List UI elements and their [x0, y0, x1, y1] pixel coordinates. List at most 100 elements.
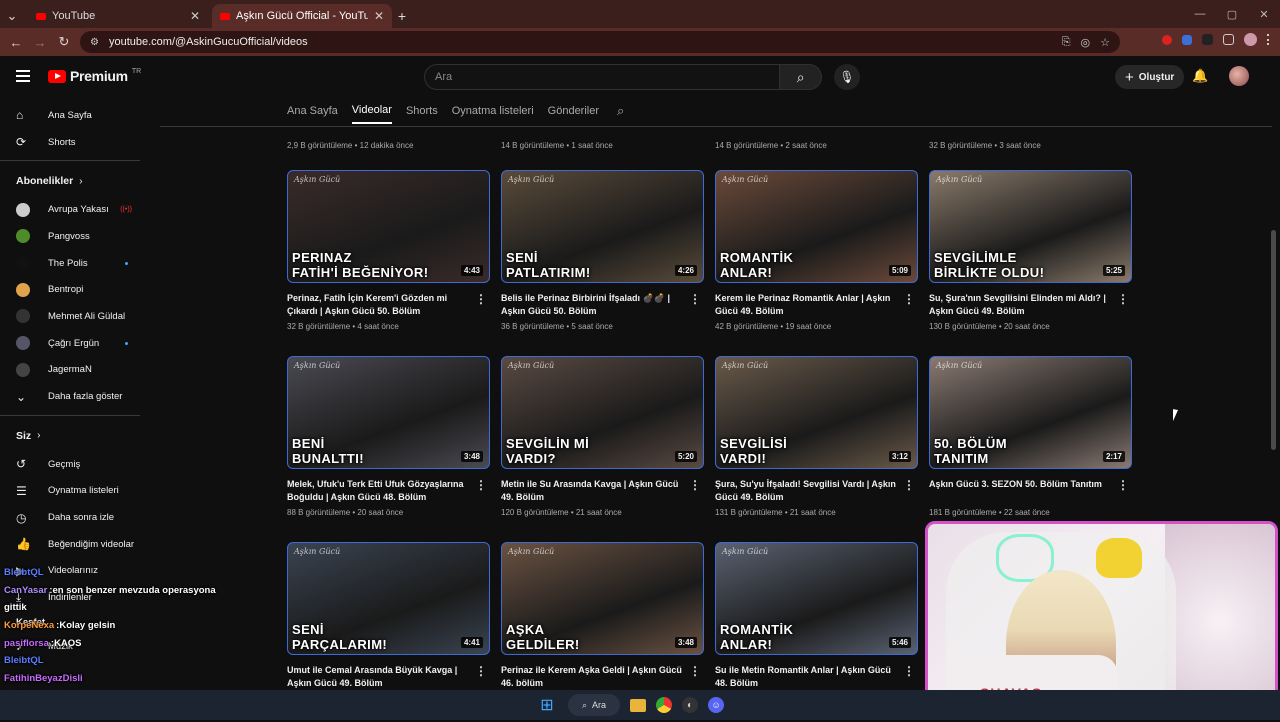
video-card[interactable]: Aşkın Gücü SEVGİLİSİ VARDI! 3:12 Şura, Su'y…	[715, 356, 918, 517]
video-thumbnail[interactable]: Aşkın Gücü ROMANTİK ANLAR! 5:46	[715, 542, 918, 655]
video-card[interactable]: Aşkın Gücü ROMANTİK ANLAR! 5:09 Kerem ile P…	[715, 170, 918, 331]
video-title[interactable]: Su ile Metin Romantik Anlar | Aşkın Gücü…	[715, 664, 901, 690]
sidebar-item-home[interactable]: ⌂ Ana Sayfa	[0, 102, 152, 129]
voice-search-button[interactable]: 🎙	[834, 64, 860, 90]
channel-avatar	[16, 336, 30, 351]
forward-icon[interactable]: →	[28, 35, 52, 50]
video-title[interactable]: Metin ile Su Arasında Kavga | Aşkın Gücü…	[501, 478, 687, 504]
video-thumbnail[interactable]: Aşkın Gücü SEVGİLİMLE BİRLİKTE OLDU! 5:25	[929, 170, 1132, 283]
discord-icon[interactable]: ☺	[708, 697, 725, 713]
more-actions-icon[interactable]: ⋮	[689, 292, 701, 306]
video-title[interactable]: Belis ile Perinaz Birbirini İfşaladı 💣💣 …	[501, 292, 687, 318]
account-avatar[interactable]	[1229, 66, 1249, 86]
thumbnail-brand: Aşkın Gücü	[508, 361, 555, 370]
video-thumbnail[interactable]: Aşkın Gücü 50. BÖLÜM TANITIM 2:17	[929, 356, 1132, 469]
search-button[interactable]: ⌕	[780, 64, 822, 90]
more-actions-icon[interactable]: ⋮	[475, 478, 487, 492]
video-card[interactable]: Aşkın Gücü SEVGİLİN Mİ VARDI? 5:20 Metin il…	[501, 356, 704, 517]
video-title[interactable]: Su, Şura'nın Sevgilisini Elinden mi Aldı…	[929, 292, 1115, 318]
more-actions-icon[interactable]: ⋮	[689, 478, 701, 492]
video-thumbnail[interactable]: Aşkın Gücü ROMANTİK ANLAR! 5:09	[715, 170, 918, 283]
file-explorer-icon[interactable]	[630, 698, 647, 712]
video-title[interactable]: Şura, Su'yu İfşaladı! Sevgilisi Vardı | …	[715, 478, 901, 504]
video-thumbnail[interactable]: Aşkın Gücü PERINAZ FATİH'İ BEĞENİYOR! 4:43	[287, 170, 490, 283]
video-thumbnail[interactable]: Aşkın Gücü SENİ PATLATIRIM! 4:26	[501, 170, 704, 283]
you-header[interactable]: Siz ›	[0, 421, 152, 451]
app-icon[interactable]: ◐	[682, 697, 699, 713]
new-tab-button[interactable]: +	[392, 4, 412, 28]
notifications-bell-icon[interactable]: 🔔	[1192, 68, 1208, 84]
more-actions-icon[interactable]: ⋮	[903, 292, 915, 306]
sidebar-item-like[interactable]: 👍 Beğendiğim videolar	[0, 531, 152, 558]
video-thumbnail[interactable]: Aşkın Gücü AŞKA GELDİLER! 3:48	[501, 542, 704, 655]
page-scrollbar[interactable]	[1271, 230, 1276, 450]
close-window-icon[interactable]: ✕	[1248, 0, 1280, 28]
video-thumbnail[interactable]: Aşkın Gücü SEVGİLİSİ VARDI! 3:12	[715, 356, 918, 469]
sidebar-item-shorts[interactable]: ⟳ Shorts	[0, 129, 152, 156]
video-card[interactable]: Aşkın Gücü AŞKA GELDİLER! 3:48 Perinaz ile …	[501, 542, 704, 690]
site-info-icon[interactable]: ⚙	[90, 37, 99, 48]
back-icon[interactable]: ←	[4, 35, 28, 50]
video-card[interactable]: Aşkın Gücü 50. BÖLÜM TANITIM 2:17 Aşkın Güc…	[929, 356, 1132, 517]
install-app-icon[interactable]: ⎘	[1062, 36, 1071, 49]
video-card[interactable]: Aşkın Gücü SEVGİLİMLE BİRLİKTE OLDU! 5:25 S…	[929, 170, 1132, 331]
browser-tab-channel[interactable]: Aşkın Gücü Official - YouTube ✕	[212, 4, 392, 28]
video-card[interactable]: Aşkın Gücü SENİ PARÇALARIM! 4:41 Umut ile C…	[287, 542, 490, 690]
extension-dark-icon[interactable]	[1202, 34, 1213, 45]
youtube-premium-logo[interactable]: Premium TR	[48, 68, 141, 84]
video-thumbnail[interactable]: Aşkın Gücü BENİ BUNALTTI! 3:48	[287, 356, 490, 469]
video-title[interactable]: Umut ile Cemal Arasında Büyük Kavga | Aş…	[287, 664, 473, 690]
video-thumbnail[interactable]: Aşkın Gücü SENİ PARÇALARIM! 4:41	[287, 542, 490, 655]
more-actions-icon[interactable]: ⋮	[903, 664, 915, 678]
sidebar-subscription[interactable]: Mehmet Ali Güldal	[0, 303, 152, 330]
sidebar-subscription[interactable]: Avrupa Yakası ((•))	[0, 196, 152, 223]
more-actions-icon[interactable]: ⋮	[475, 664, 487, 678]
video-title[interactable]: Perinaz ile Kerem Aşka Geldi | Aşkın Güc…	[501, 664, 687, 690]
tracking-icon[interactable]: ◎	[1081, 36, 1091, 49]
reload-icon[interactable]: ↻	[52, 34, 76, 50]
show-more-button[interactable]: ⌄ Daha fazla göster	[0, 383, 152, 410]
menu-icon[interactable]	[16, 70, 30, 82]
address-bar[interactable]: ⚙ youtube.com/@AskinGucuOfficial/videos …	[80, 31, 1120, 53]
chrome-icon[interactable]	[656, 697, 673, 713]
sidebar-subscription[interactable]: The Polis	[0, 250, 152, 277]
video-card[interactable]: Aşkın Gücü BENİ BUNALTTI! 3:48 Melek, Ufuk'…	[287, 356, 490, 517]
video-card[interactable]: Aşkın Gücü ROMANTİK ANLAR! 5:46 Su ile Meti…	[715, 542, 918, 690]
more-actions-icon[interactable]: ⋮	[1117, 292, 1129, 306]
subscriptions-header[interactable]: Abonelikler ›	[0, 166, 152, 196]
minimize-icon[interactable]: —	[1184, 0, 1216, 28]
taskbar-search[interactable]: ⌕ Ara	[568, 694, 621, 716]
create-button[interactable]: + Oluştur	[1115, 65, 1185, 89]
extension-red-icon[interactable]	[1162, 34, 1172, 45]
sidebar-subscription[interactable]: Pangvoss	[0, 223, 152, 250]
close-tab-icon[interactable]: ✕	[190, 9, 200, 23]
sidebar-subscription[interactable]: Bentropi	[0, 276, 152, 303]
video-title[interactable]: Melek, Ufuk'u Terk Etti Ufuk Gözyaşların…	[287, 478, 473, 504]
search-input[interactable]: Ara	[424, 64, 781, 90]
browser-menu-icon[interactable]	[1267, 34, 1270, 45]
profile-avatar-icon[interactable]	[1244, 33, 1257, 46]
bookmark-star-icon[interactable]: ☆	[1100, 36, 1110, 49]
close-tab-icon[interactable]: ✕	[374, 9, 384, 23]
tab-list-icon[interactable]: ⌄	[0, 4, 24, 28]
more-actions-icon[interactable]: ⋮	[689, 664, 701, 678]
sidebar-item-playlist[interactable]: ☰ Oynatma listeleri	[0, 478, 152, 505]
extension-blue-icon[interactable]	[1182, 34, 1192, 45]
more-actions-icon[interactable]: ⋮	[903, 478, 915, 492]
video-thumbnail[interactable]: Aşkın Gücü SEVGİLİN Mİ VARDI? 5:20	[501, 356, 704, 469]
maximize-icon[interactable]: ▢	[1216, 0, 1248, 28]
sidebar-subscription[interactable]: Çağrı Ergün	[0, 330, 152, 357]
sidebar-item-watch-later[interactable]: ◷ Daha sonra izle	[0, 504, 152, 531]
video-card[interactable]: Aşkın Gücü PERINAZ FATİH'İ BEĞENİYOR! 4:43…	[287, 170, 490, 331]
sidebar-subscription[interactable]: JagermaN	[0, 357, 152, 384]
sidebar-item-history[interactable]: ↺ Geçmiş	[0, 451, 152, 478]
video-title[interactable]: Aşkın Gücü 3. SEZON 50. Bölüm Tanıtım	[929, 478, 1115, 504]
extensions-puzzle-icon[interactable]	[1223, 34, 1234, 45]
video-card[interactable]: Aşkın Gücü SENİ PATLATIRIM! 4:26 Belis ile …	[501, 170, 704, 331]
more-actions-icon[interactable]: ⋮	[475, 292, 487, 306]
video-title[interactable]: Kerem ile Perinaz Romantik Anlar | Aşkın…	[715, 292, 901, 318]
video-title[interactable]: Perinaz, Fatih İçin Kerem'i Gözden mi Çı…	[287, 292, 473, 318]
browser-tab-youtube[interactable]: YouTube ✕	[28, 4, 208, 28]
more-actions-icon[interactable]: ⋮	[1117, 478, 1129, 492]
windows-start-icon[interactable]: ⊞	[536, 694, 558, 716]
